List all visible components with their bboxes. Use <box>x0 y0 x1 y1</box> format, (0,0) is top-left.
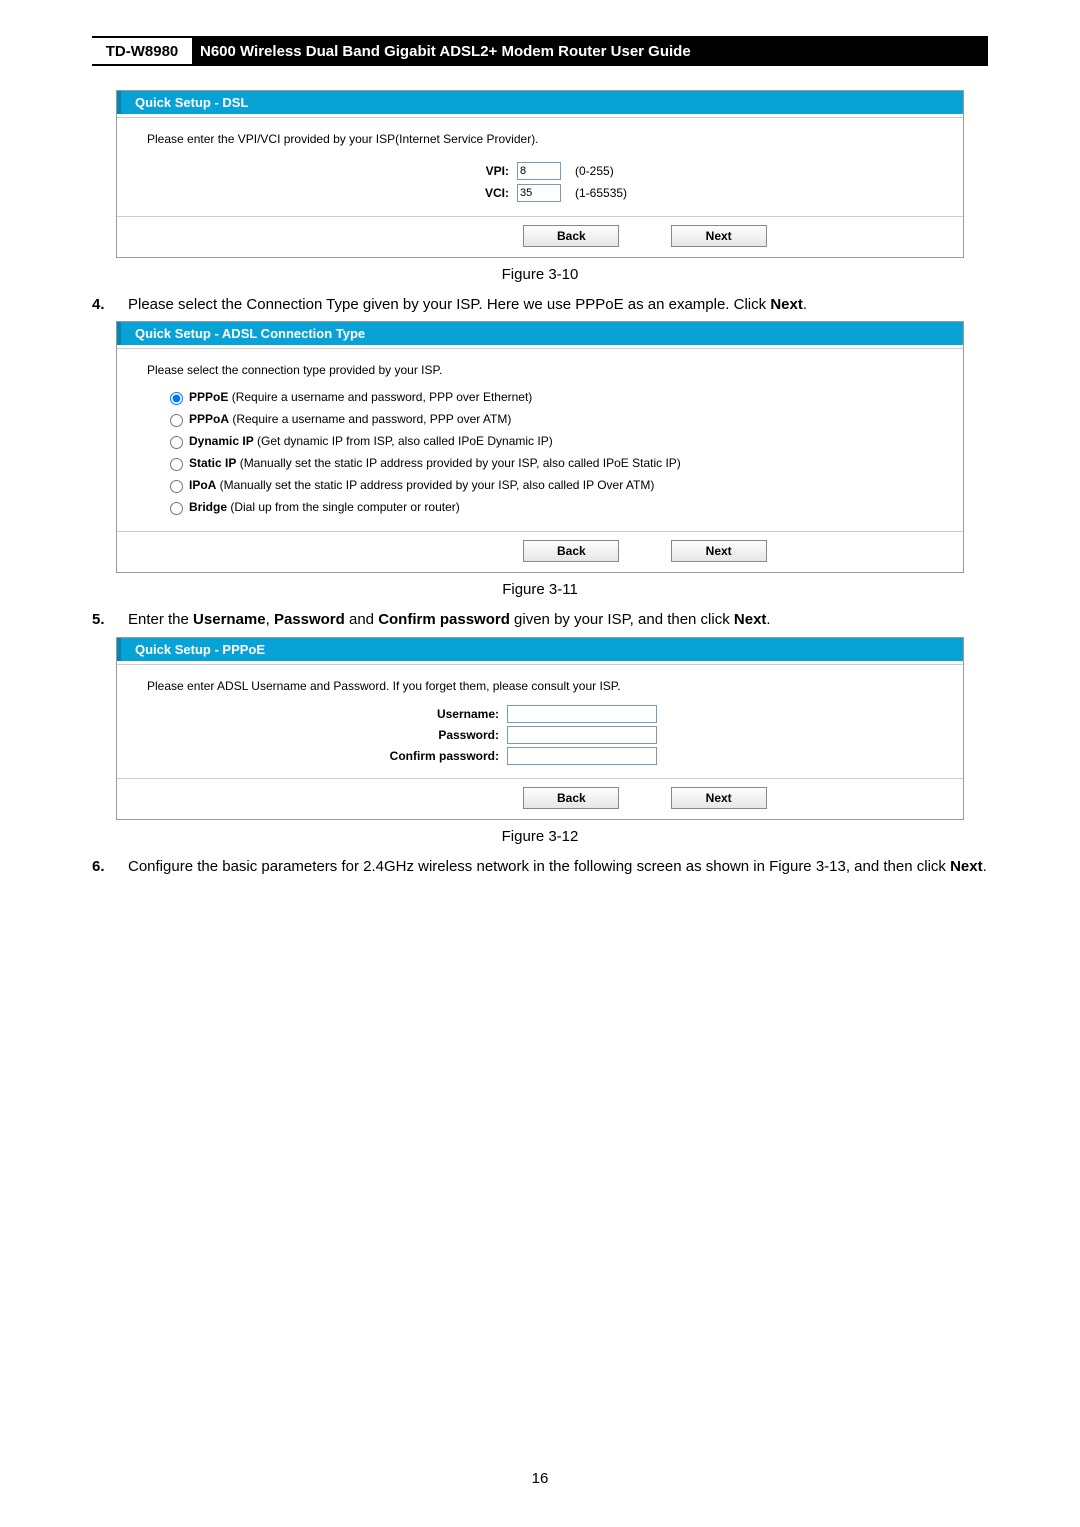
next-button[interactable]: Next <box>671 225 767 247</box>
panel-title: Quick Setup - DSL <box>117 91 963 114</box>
next-button[interactable]: Next <box>671 787 767 809</box>
radio-input[interactable] <box>170 392 183 405</box>
radio-input[interactable] <box>170 502 183 515</box>
panel-title: Quick Setup - ADSL Connection Type <box>117 322 963 345</box>
quick-setup-pppoe-panel: Quick Setup - PPPoE Please enter ADSL Us… <box>116 637 964 820</box>
panel-title: Quick Setup - PPPoE <box>117 638 963 661</box>
figure-caption-3-10: Figure 3-10 <box>92 266 988 283</box>
radio-input[interactable] <box>170 414 183 427</box>
radio-input[interactable] <box>170 480 183 493</box>
password-input[interactable] <box>507 726 657 744</box>
model-number: TD-W8980 <box>92 38 194 64</box>
vci-range: (1-65535) <box>575 186 627 200</box>
quick-setup-dsl-panel: Quick Setup - DSL Please enter the VPI/V… <box>116 90 964 258</box>
quick-setup-adsl-panel: Quick Setup - ADSL Connection Type Pleas… <box>116 321 964 573</box>
pppoe-intro-text: Please enter ADSL Username and Password.… <box>147 679 933 693</box>
radio-pppoe[interactable]: PPPoE (Require a username and password, … <box>165 389 933 405</box>
adsl-intro-text: Please select the connection type provid… <box>147 363 933 377</box>
password-label: Password: <box>147 728 507 742</box>
step-4: 4. Please select the Connection Type giv… <box>92 295 988 315</box>
back-button[interactable]: Back <box>523 787 619 809</box>
vpi-range: (0-255) <box>575 164 614 178</box>
step-5: 5. Enter the Username, Password and Conf… <box>92 610 988 630</box>
step4-bold: Next <box>770 296 803 313</box>
back-button[interactable]: Back <box>523 225 619 247</box>
radio-bridge[interactable]: Bridge (Dial up from the single computer… <box>165 499 933 515</box>
confirm-password-label: Confirm password: <box>147 749 507 763</box>
back-button[interactable]: Back <box>523 540 619 562</box>
figure-caption-3-11: Figure 3-11 <box>92 581 988 598</box>
step4-text: Please select the Connection Type given … <box>128 296 770 313</box>
username-input[interactable] <box>507 705 657 723</box>
step-number: 4. <box>92 295 128 315</box>
next-button[interactable]: Next <box>671 540 767 562</box>
figure-caption-3-12: Figure 3-12 <box>92 828 988 845</box>
page-number: 16 <box>0 1470 1080 1487</box>
radio-input[interactable] <box>170 458 183 471</box>
step-number: 6. <box>92 857 128 877</box>
doc-header: TD-W8980 N600 Wireless Dual Band Gigabit… <box>92 36 988 66</box>
radio-pppoa[interactable]: PPPoA (Require a username and password, … <box>165 411 933 427</box>
dsl-intro-text: Please enter the VPI/VCI provided by you… <box>147 132 933 146</box>
username-label: Username: <box>147 707 507 721</box>
radio-dynamic-ip[interactable]: Dynamic IP (Get dynamic IP from ISP, als… <box>165 433 933 449</box>
vci-label: VCI: <box>147 186 517 200</box>
radio-input[interactable] <box>170 436 183 449</box>
radio-ipoa[interactable]: IPoA (Manually set the static IP address… <box>165 477 933 493</box>
radio-static-ip[interactable]: Static IP (Manually set the static IP ad… <box>165 455 933 471</box>
vpi-label: VPI: <box>147 164 517 178</box>
vci-input[interactable] <box>517 184 561 202</box>
doc-title: N600 Wireless Dual Band Gigabit ADSL2+ M… <box>194 38 988 64</box>
confirm-password-input[interactable] <box>507 747 657 765</box>
step-6: 6. Configure the basic parameters for 2.… <box>92 857 988 877</box>
vpi-input[interactable] <box>517 162 561 180</box>
step-number: 5. <box>92 610 128 630</box>
